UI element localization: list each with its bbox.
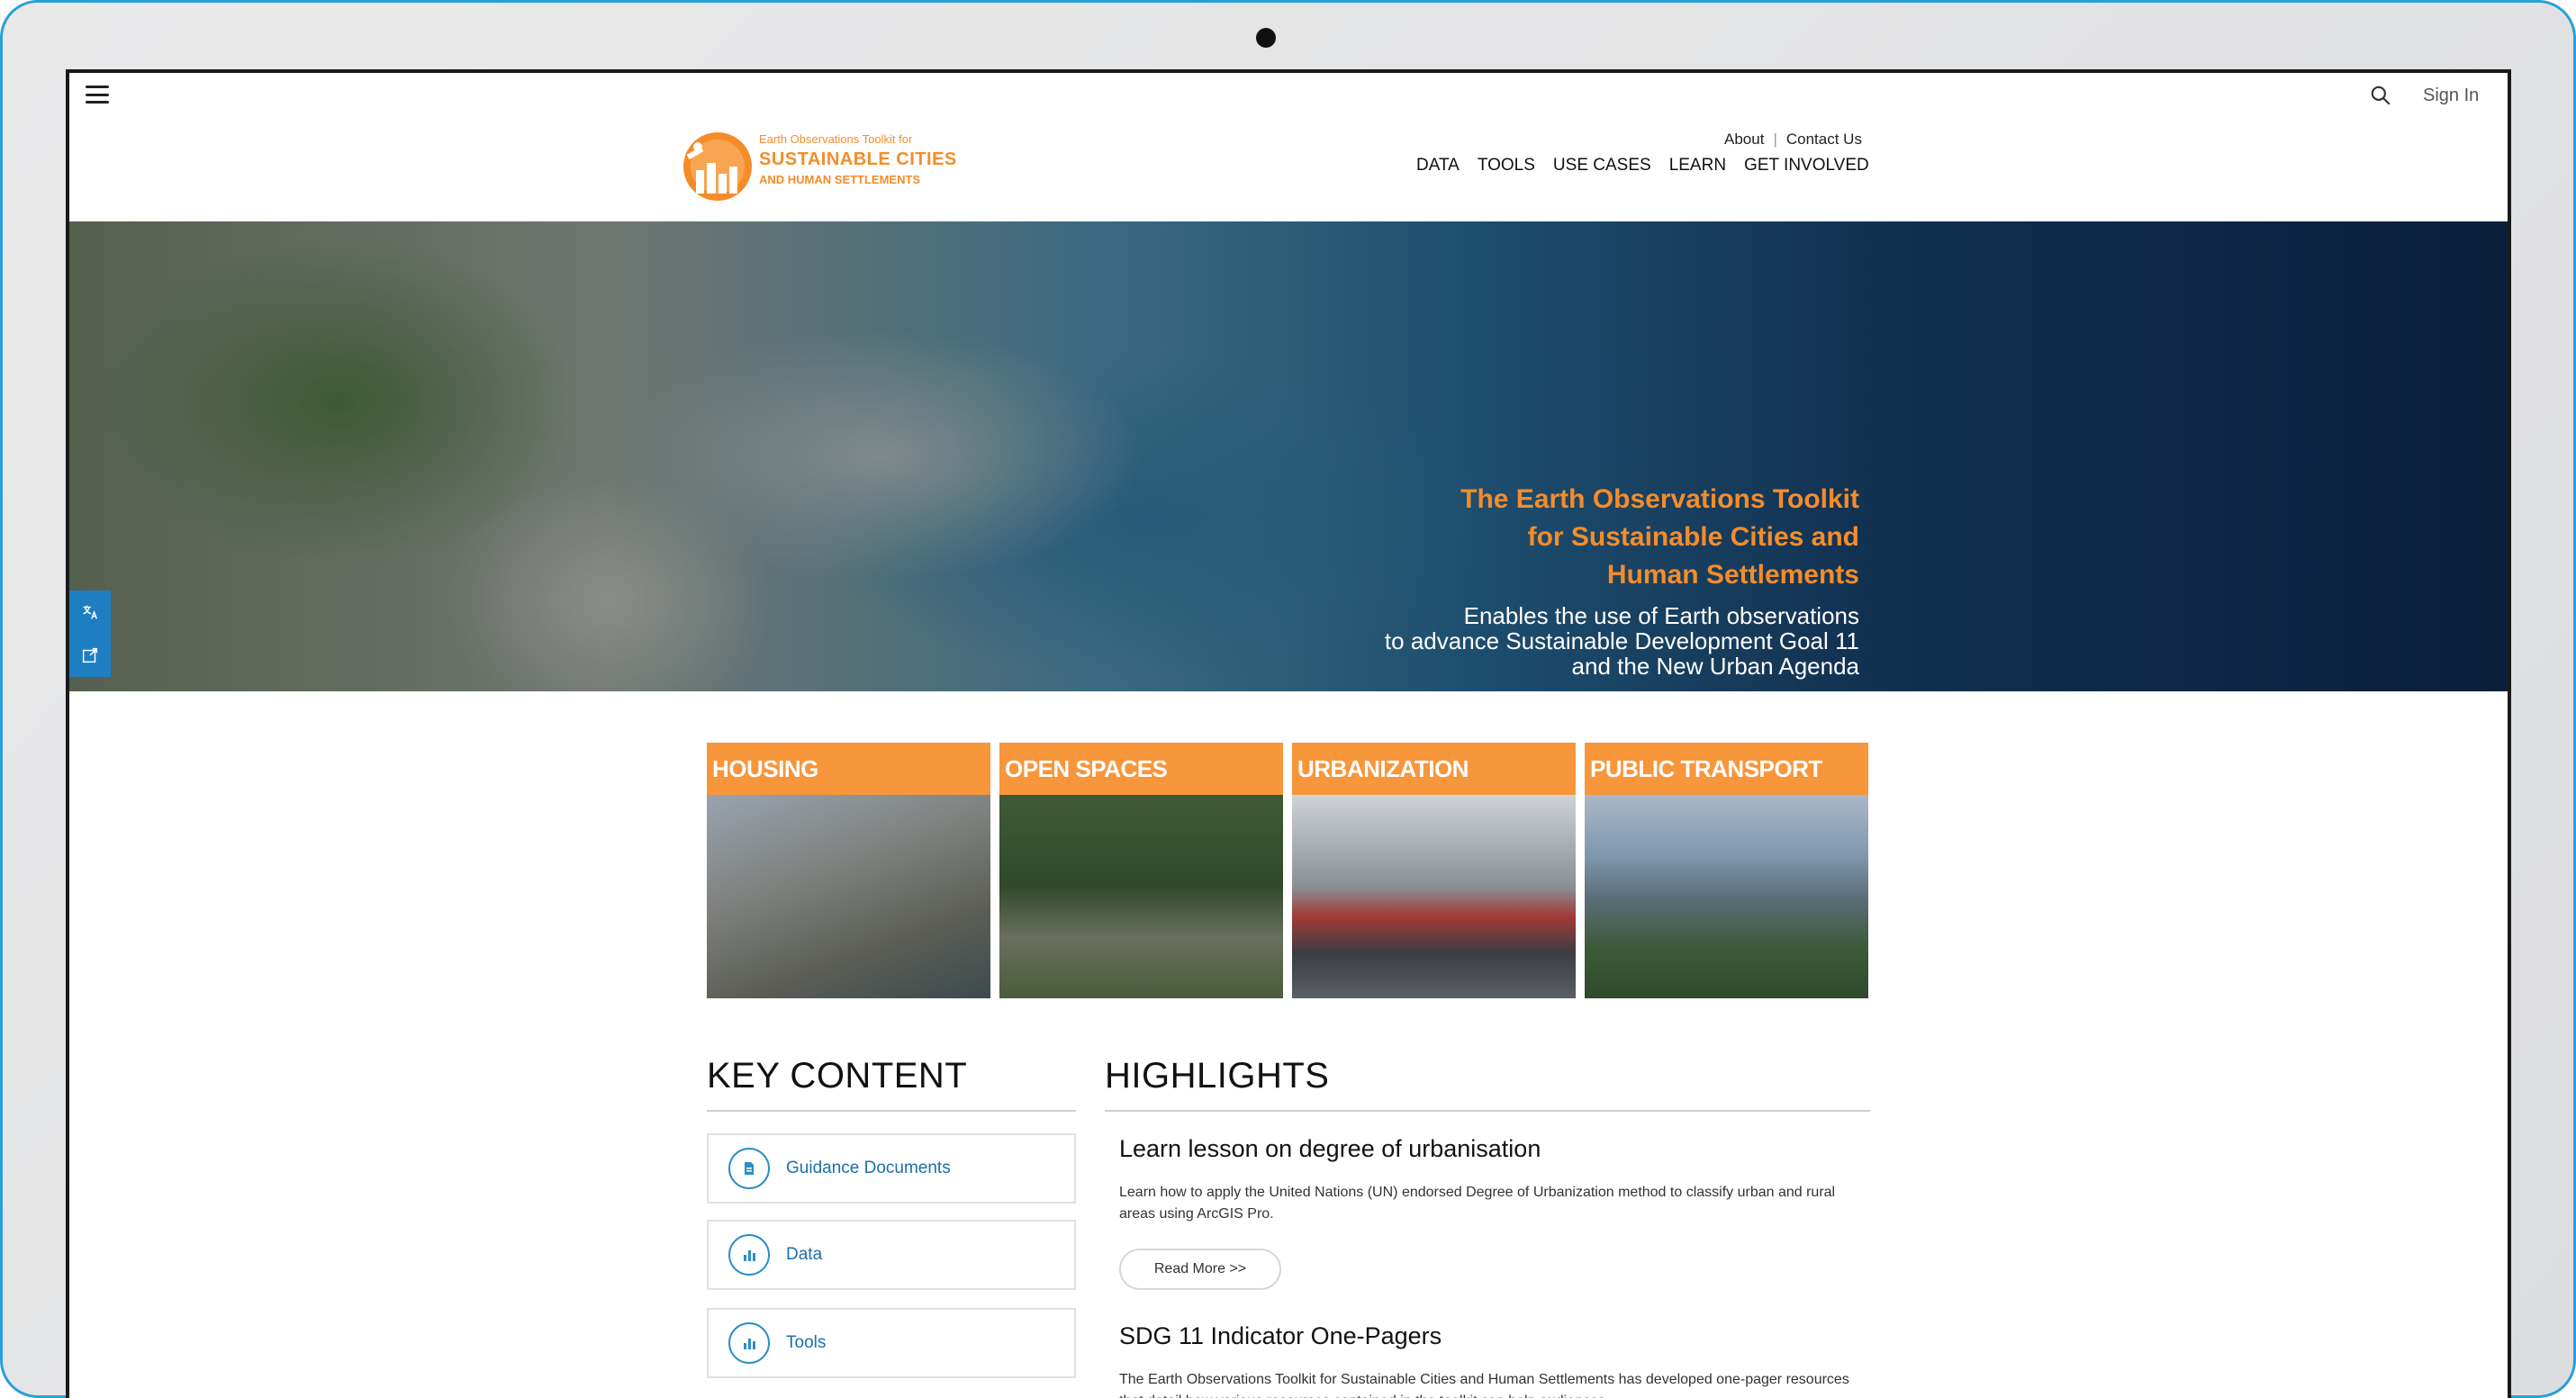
menu-icon[interactable] [86, 86, 109, 104]
hero-sub-line-1: Enables the use of Earth observations [1463, 602, 1859, 629]
top-bar: Sign In [69, 73, 2508, 109]
logo-line-3: AND HUMAN SETTLEMENTS [759, 173, 921, 186]
site-logo[interactable]: Earth Observations Toolkit for SUSTAINAB… [678, 123, 966, 213]
hero-title-line-2: for Sustainable Cities and [1527, 522, 1859, 552]
tile-urbanization[interactable]: URBANIZATION [1292, 743, 1576, 998]
hero-title: The Earth Observations Toolkit for Susta… [1427, 481, 1859, 594]
logo-line-2: SUSTAINABLE CITIES [759, 149, 957, 169]
browser-screen: Sign In Earth Observations Toolkit for S… [66, 69, 2511, 1398]
logo-line-1: Earth Observations Toolkit for [759, 132, 913, 146]
key-item-label: Guidance Documents [786, 1159, 951, 1177]
hero-subtitle: Enables the use of Earth observations to… [1301, 603, 1859, 679]
tile-label: HOUSING [707, 743, 990, 795]
tile-housing[interactable]: HOUSING [707, 743, 990, 998]
tile-public-transport[interactable]: PUBLIC TRANSPORT [1585, 743, 1868, 998]
tile-image [1292, 795, 1576, 998]
highlights-heading: HIGHLIGHTS [1105, 1056, 1330, 1096]
tile-label: PUBLIC TRANSPORT [1585, 743, 1868, 795]
tile-label: URBANIZATION [1292, 743, 1576, 795]
tile-label: OPEN SPACES [999, 743, 1283, 795]
tile-open-spaces[interactable]: OPEN SPACES [999, 743, 1283, 998]
nav-learn[interactable]: LEARN [1669, 156, 1726, 176]
hero-title-line-3: Human Settlements [1606, 560, 1859, 590]
tile-image [1585, 795, 1868, 998]
contact-us-link[interactable]: Contact Us [1786, 131, 1862, 149]
search-icon[interactable] [2369, 84, 2392, 107]
key-content-heading: KEY CONTENT [707, 1056, 968, 1096]
key-item-guidance-documents[interactable]: Guidance Documents [707, 1133, 1076, 1204]
bar-chart-icon [728, 1234, 770, 1276]
highlight-title[interactable]: SDG 11 Indicator One-Pagers [1119, 1322, 1442, 1350]
about-link[interactable]: About [1724, 131, 1764, 149]
nav-tools[interactable]: TOOLS [1478, 156, 1535, 176]
utility-nav: About | Contact Us [1724, 131, 1862, 149]
logo-text: Earth Observations Toolkit for SUSTAINAB… [759, 132, 957, 186]
nav-get-involved[interactable]: GET INVOLVED [1744, 156, 1869, 176]
nav-separator: | [1773, 131, 1777, 148]
key-item-label: Tools [786, 1333, 827, 1352]
key-content-divider [707, 1110, 1076, 1112]
tile-image [707, 795, 990, 998]
key-item-tools[interactable]: Tools [707, 1308, 1076, 1378]
highlight-title[interactable]: Learn lesson on degree of urbanisation [1119, 1135, 1541, 1163]
share-icon[interactable] [80, 645, 100, 665]
nav-data[interactable]: DATA [1416, 156, 1460, 176]
main-nav: DATA TOOLS USE CASES LEARN GET INVOLVED [1416, 156, 1869, 176]
key-item-label: Data [786, 1245, 823, 1264]
highlights-divider [1105, 1110, 1870, 1112]
highlight-text: The Earth Observations Toolkit for Susta… [1119, 1372, 1849, 1398]
tile-image [999, 795, 1283, 998]
document-icon [728, 1148, 770, 1189]
sign-in-link[interactable]: Sign In [2423, 86, 2479, 106]
translate-icon[interactable] [80, 602, 100, 622]
bar-chart-icon [728, 1322, 770, 1364]
camera-dot [1256, 28, 1276, 48]
hero-banner: The Earth Observations Toolkit for Susta… [69, 221, 2508, 691]
highlight-text: Learn how to apply the United Nations (U… [1119, 1185, 1836, 1222]
hero-sub-line-2: to advance Sustainable Development Goal … [1384, 627, 1859, 654]
read-more-button[interactable]: Read More >> [1119, 1249, 1281, 1290]
hero-side-toolbar [69, 591, 111, 677]
logo-globe-icon [683, 132, 752, 201]
device-frame: Sign In Earth Observations Toolkit for S… [0, 0, 2576, 1398]
key-item-data[interactable]: Data [707, 1220, 1076, 1290]
nav-use-cases[interactable]: USE CASES [1553, 156, 1651, 176]
hero-title-line-1: The Earth Observations Toolkit [1460, 484, 1859, 514]
category-tiles: HOUSING OPEN SPACES URBANIZATION PUBLIC … [707, 743, 1868, 998]
hero-sub-line-3: and the New Urban Agenda [1571, 653, 1859, 680]
